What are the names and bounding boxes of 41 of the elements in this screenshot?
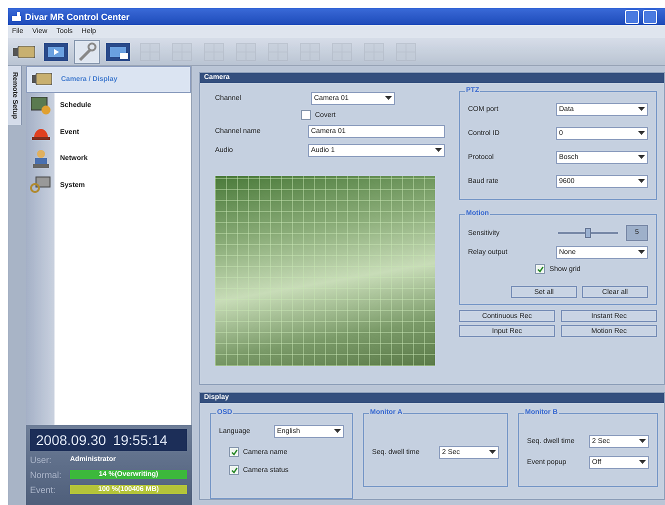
grid-layout-icon — [172, 42, 192, 60]
caret-icon — [638, 155, 645, 160]
grid-layout-icon — [332, 42, 352, 60]
grid-layout-icon — [300, 42, 320, 60]
caret-icon — [385, 96, 392, 101]
date-time-display: 2008.09.30 19:55:14 — [30, 429, 187, 451]
network-user-icon — [31, 148, 51, 169]
minimize-button[interactable] — [625, 10, 639, 24]
film-icon — [44, 42, 68, 60]
caret-icon — [334, 429, 341, 434]
grid-layout-icon — [396, 42, 416, 60]
app-icon — [12, 12, 21, 21]
camera-icon — [32, 73, 52, 86]
window-title: Divar MR Control Center — [25, 12, 130, 22]
grid-layout-icon — [268, 42, 288, 60]
slider-thumb[interactable] — [585, 228, 591, 238]
caret-icon — [638, 179, 645, 184]
wrench-icon — [77, 42, 97, 62]
grid-layout-icon — [236, 42, 256, 60]
checkbox[interactable] — [301, 110, 311, 120]
caret-icon — [489, 450, 496, 454]
grid-layout-icon — [204, 42, 224, 60]
film-camera-icon — [106, 42, 130, 60]
caret-icon — [638, 107, 645, 112]
user-label: User: — [30, 454, 53, 464]
caret-icon — [639, 439, 646, 444]
meter-label: Event: — [30, 484, 57, 494]
caret-icon — [435, 148, 442, 153]
caret-icon — [639, 460, 646, 465]
checkbox[interactable] — [535, 264, 546, 274]
camera-icon — [13, 46, 35, 58]
caret-icon — [638, 131, 645, 136]
calendar-clock-icon — [31, 96, 51, 115]
checkbox[interactable] — [229, 465, 239, 475]
grid-layout-icon — [140, 42, 160, 60]
checkbox[interactable] — [229, 447, 239, 457]
key-computer-icon — [30, 176, 52, 194]
meter-label: Normal: — [30, 470, 63, 480]
close-button[interactable] — [643, 10, 657, 24]
caret-icon — [638, 250, 645, 255]
grid-layout-icon — [364, 42, 384, 60]
